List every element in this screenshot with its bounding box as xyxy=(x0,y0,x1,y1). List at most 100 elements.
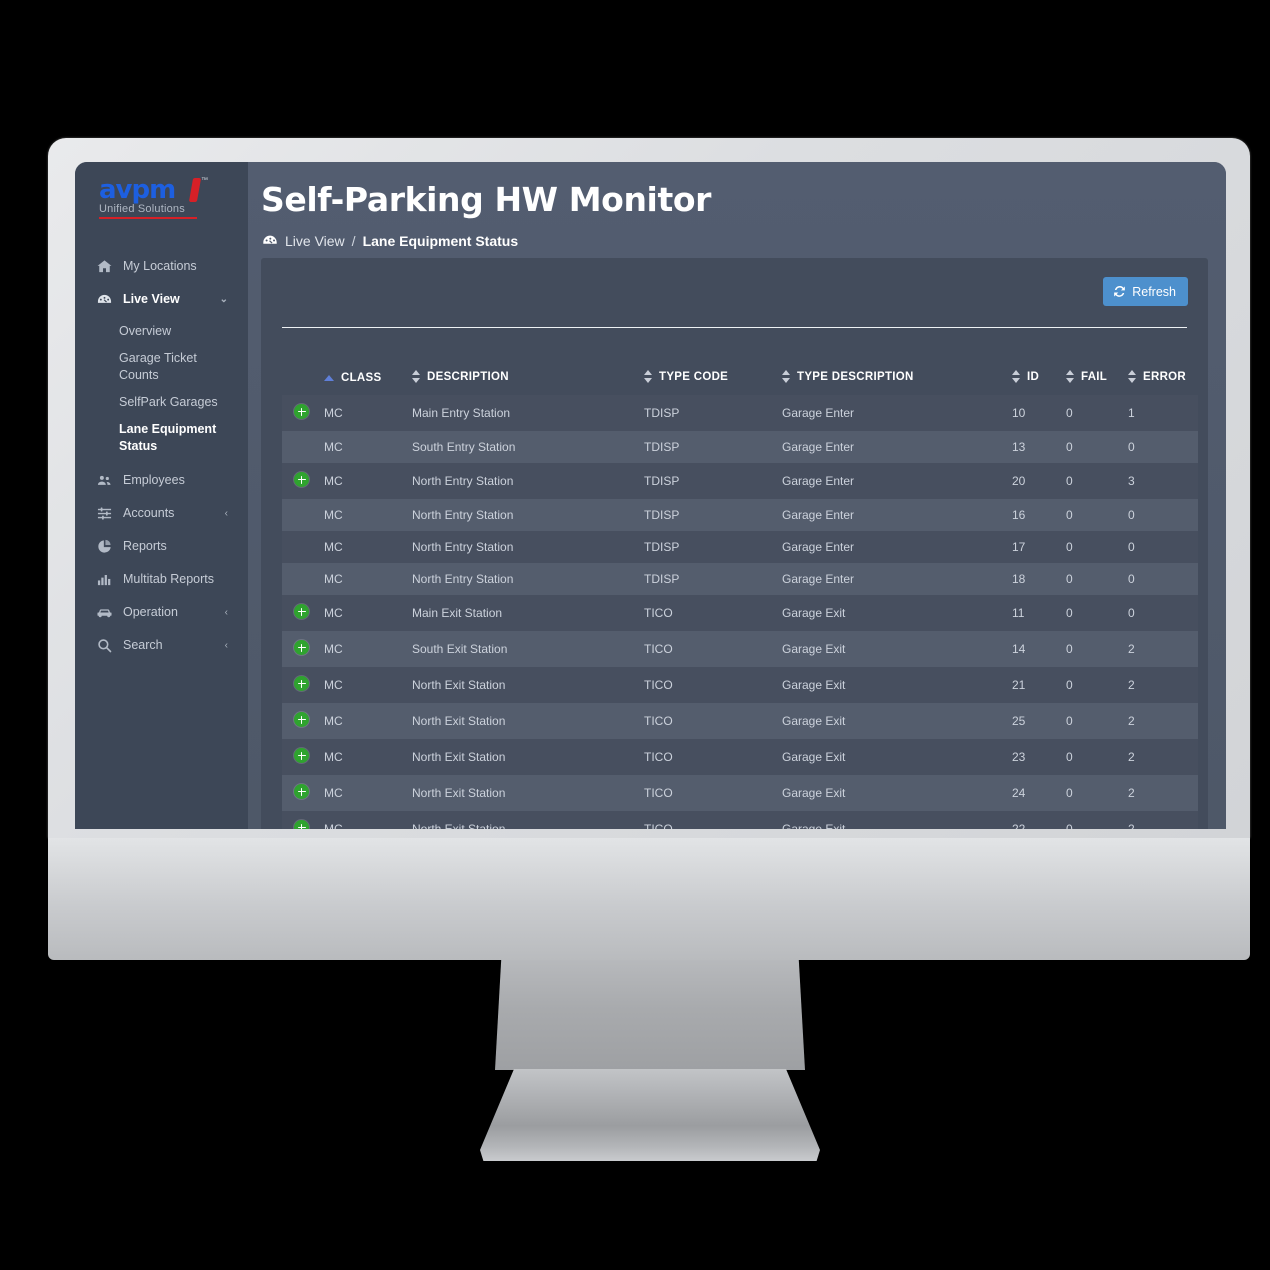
column-header-type-description[interactable]: TYPE DESCRIPTION xyxy=(782,364,1012,395)
column-header-description[interactable]: DESCRIPTION xyxy=(412,364,644,395)
cell-type-code: TICO xyxy=(644,595,782,631)
plus-circle-icon[interactable] xyxy=(294,472,309,487)
cell-fail: 0 xyxy=(1066,667,1128,703)
chevron-left-icon[interactable]: ‹ xyxy=(225,506,228,521)
cell-description: North Entry Station xyxy=(412,563,644,595)
brand-mark: avpm ™ Unified Solutions xyxy=(99,177,208,222)
sort-toggle-icon[interactable] xyxy=(644,370,652,383)
plus-circle-icon[interactable] xyxy=(294,712,309,727)
sidebar-item-label: Accounts xyxy=(123,506,175,520)
sort-ascending-icon[interactable] xyxy=(324,375,334,381)
plus-circle-icon[interactable] xyxy=(294,640,309,655)
cell-error: 0 xyxy=(1128,499,1198,531)
sort-toggle-icon[interactable] xyxy=(782,370,790,383)
cell-fail: 0 xyxy=(1066,739,1128,775)
cell-status xyxy=(282,431,324,463)
sidebar-subitem-overview[interactable]: Overview xyxy=(75,318,248,345)
cell-class: MC xyxy=(324,631,412,667)
column-header-error[interactable]: ERROR xyxy=(1128,364,1198,395)
sidebar-subitem-garage-ticket-counts[interactable]: Garage Ticket Counts xyxy=(75,345,248,389)
table-row[interactable]: MC North Exit Station TICO Garage Exit 23 0 2 xyxy=(282,739,1198,775)
plus-circle-icon[interactable] xyxy=(294,604,309,619)
table-body: MC Main Entry Station TDISP Garage Enter 10 0… xyxy=(282,395,1198,829)
plus-circle-icon[interactable] xyxy=(294,676,309,691)
sidebar-item-accounts[interactable]: Accounts ‹ xyxy=(75,497,248,530)
cell-type-description: Garage Enter xyxy=(782,431,1012,463)
sort-toggle-icon[interactable] xyxy=(1128,370,1136,383)
sidebar-item-search[interactable]: Search ‹ xyxy=(75,629,248,662)
sidebar-item-my-locations[interactable]: My Locations xyxy=(75,250,248,283)
refresh-button[interactable]: Refresh xyxy=(1103,277,1188,306)
column-header-class[interactable]: CLASS xyxy=(324,364,412,395)
cell-type-code: TICO xyxy=(644,811,782,829)
breadcrumb-parent[interactable]: Live View xyxy=(285,233,345,249)
cell-class: MC xyxy=(324,667,412,703)
cell-id: 10 xyxy=(1012,395,1066,431)
sort-toggle-icon[interactable] xyxy=(1066,370,1074,383)
cell-id: 11 xyxy=(1012,595,1066,631)
column-header-label: FAIL xyxy=(1081,370,1108,383)
cell-type-code: TICO xyxy=(644,739,782,775)
table-header: CLASS DESCRIPTION TYPE CODE TYPE DESCRIP… xyxy=(282,364,1198,395)
cell-class: MC xyxy=(324,775,412,811)
cell-id: 16 xyxy=(1012,499,1066,531)
sort-toggle-icon[interactable] xyxy=(1012,370,1020,383)
column-header-fail[interactable]: FAIL xyxy=(1066,364,1128,395)
toolbar-divider xyxy=(282,327,1187,328)
table-row[interactable]: MC North Exit Station TICO Garage Exit 25 0 2 xyxy=(282,703,1198,739)
cell-description: North Exit Station xyxy=(412,811,644,829)
column-header-type-code[interactable]: TYPE CODE xyxy=(644,364,782,395)
table-row[interactable]: MC South Entry Station TDISP Garage Enter 13… xyxy=(282,431,1198,463)
table-row[interactable]: MC North Entry Station TDISP Garage Enter 20… xyxy=(282,463,1198,499)
cell-error: 2 xyxy=(1128,703,1198,739)
chevron-left-icon[interactable]: ‹ xyxy=(225,605,228,620)
refresh-button-label: Refresh xyxy=(1132,284,1176,299)
column-header-status xyxy=(282,364,324,395)
sidebar-item-multitab-reports[interactable]: Multitab Reports xyxy=(75,563,248,596)
cell-fail: 0 xyxy=(1066,395,1128,431)
cell-id: 17 xyxy=(1012,531,1066,563)
cell-class: MC xyxy=(324,431,412,463)
sidebar-subitem-selfpark-garages[interactable]: SelfPark Garages xyxy=(75,389,248,416)
table-row[interactable]: MC South Exit Station TICO Garage Exit 14 0 2 xyxy=(282,631,1198,667)
table-row[interactable]: MC Main Entry Station TDISP Garage Enter 10 0… xyxy=(282,395,1198,431)
plus-circle-icon[interactable] xyxy=(294,784,309,799)
sidebar-item-live-view[interactable]: Live View ⌄ xyxy=(75,283,248,316)
cell-type-description: Garage Exit xyxy=(782,811,1012,829)
column-header-label: CLASS xyxy=(341,372,382,384)
cell-type-code: TDISP xyxy=(644,431,782,463)
cell-fail: 0 xyxy=(1066,703,1128,739)
sort-toggle-icon[interactable] xyxy=(412,370,420,383)
sidebar-subitem-lane-equipment-status[interactable]: Lane Equipment Status xyxy=(75,416,248,460)
plus-circle-icon[interactable] xyxy=(294,820,309,829)
cell-error: 2 xyxy=(1128,667,1198,703)
sidebar-item-operation[interactable]: Operation ‹ xyxy=(75,596,248,629)
content-card: Refresh CLASS DESCRIPTION TYPE CODE TYPE… xyxy=(261,258,1208,829)
table-row[interactable]: MC North Exit Station TICO Garage Exit 24 0 2 xyxy=(282,775,1198,811)
cell-description: North Exit Station xyxy=(412,667,644,703)
cell-type-description: Garage Enter xyxy=(782,395,1012,431)
cell-id: 24 xyxy=(1012,775,1066,811)
table-row[interactable]: MC Main Exit Station TICO Garage Exit 11 0 0 xyxy=(282,595,1198,631)
column-header-id[interactable]: ID xyxy=(1012,364,1066,395)
bar-chart-icon xyxy=(97,572,112,587)
table-row[interactable]: MC North Exit Station TICO Garage Exit 22 0 2 xyxy=(282,811,1198,829)
cell-id: 13 xyxy=(1012,431,1066,463)
plus-circle-icon[interactable] xyxy=(294,404,309,419)
chevron-down-icon[interactable]: ⌄ xyxy=(220,292,228,307)
cell-status xyxy=(282,463,324,499)
chevron-left-icon[interactable]: ‹ xyxy=(225,638,228,653)
sidebar-item-employees[interactable]: Employees xyxy=(75,464,248,497)
column-header-label: DESCRIPTION xyxy=(427,370,509,383)
plus-circle-icon[interactable] xyxy=(294,748,309,763)
sidebar-item-label: Employees xyxy=(123,473,185,487)
brand-logo[interactable]: avpm ™ Unified Solutions xyxy=(75,170,248,236)
table-row[interactable]: MC North Entry Station TDISP Garage Enter 17… xyxy=(282,531,1198,563)
table-row[interactable]: MC North Entry Station TDISP Garage Enter 16… xyxy=(282,499,1198,531)
table-row[interactable]: MC North Exit Station TICO Garage Exit 21 0 2 xyxy=(282,667,1198,703)
cell-type-code: TICO xyxy=(644,631,782,667)
table-row[interactable]: MC North Entry Station TDISP Garage Enter 18… xyxy=(282,563,1198,595)
sidebar-item-reports[interactable]: Reports xyxy=(75,530,248,563)
cell-fail: 0 xyxy=(1066,563,1128,595)
home-icon xyxy=(97,259,112,274)
